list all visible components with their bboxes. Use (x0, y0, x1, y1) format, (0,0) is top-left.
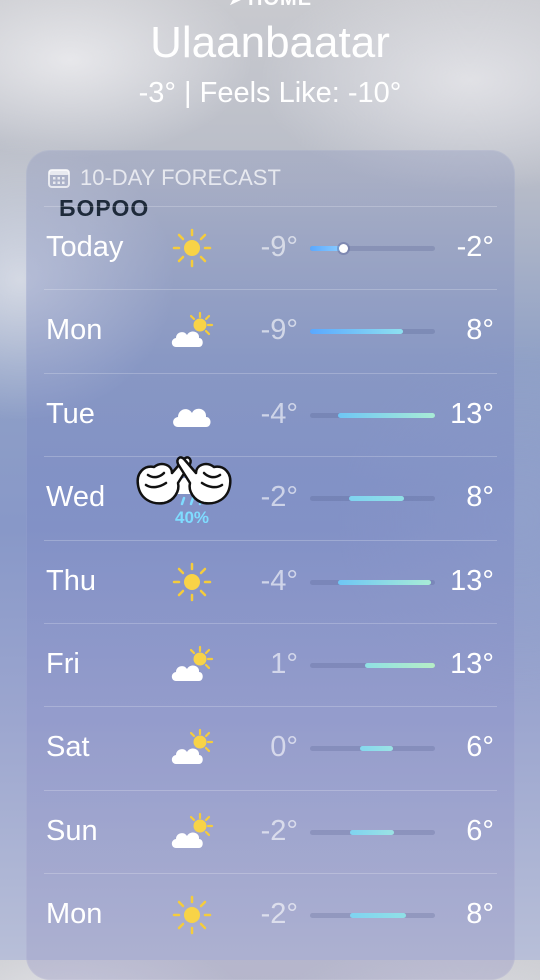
current-temperature-marker (339, 244, 349, 253)
temperature-range-fill (360, 746, 393, 752)
high-temperature: 13° (450, 564, 494, 597)
day-label: Fri (46, 648, 80, 680)
low-temperature: 0° (270, 731, 298, 764)
location-arrow-icon: ➤ (228, 0, 244, 10)
home-label-text: HOME (248, 0, 312, 10)
low-temperature: -2° (260, 898, 298, 931)
temperature-range-bar (310, 244, 435, 253)
temperature-range-fill (348, 496, 404, 502)
partly-cloudy-icon (168, 641, 216, 689)
forecast-row[interactable]: Tue -4° 13° (26, 372, 515, 456)
low-temperature: -2° (260, 481, 298, 514)
forecast-title: 10-DAY FORECAST (80, 165, 281, 190)
forecast-row[interactable]: Mon -9° 8° (26, 289, 515, 372)
partly-cloudy-icon (168, 808, 216, 856)
forecast-row[interactable]: Fri 1° 13° (26, 623, 515, 706)
low-temperature: 1° (270, 648, 298, 680)
low-temperature: -2° (260, 814, 298, 847)
day-label: Sun (46, 814, 98, 847)
forecast-row[interactable]: Sun -2° 6° (26, 789, 515, 873)
low-temperature: -4° (260, 564, 298, 597)
forecast-row[interactable]: Wed 40% -2° 8° (26, 456, 515, 539)
high-temperature: 13° (450, 397, 494, 430)
temperature-range-bar (310, 329, 435, 335)
day-label: Mon (46, 314, 103, 347)
sun-icon (168, 558, 216, 606)
forecast-row[interactable]: Sat 0° 6° (26, 706, 515, 789)
partly-cloudy-icon (168, 307, 216, 355)
home-location-label: ➤ HOME (0, 0, 540, 11)
temperature-range-fill (350, 829, 394, 835)
day-label: Mon (46, 898, 103, 931)
high-temperature: 13° (450, 648, 494, 680)
high-temperature: 6° (466, 731, 494, 764)
city-name: Ulaanbaatar (150, 18, 390, 67)
high-temperature: 8° (466, 481, 494, 514)
temperature-range-fill (365, 663, 435, 668)
sun-icon (168, 891, 216, 939)
high-temperature: -2° (456, 231, 494, 263)
day-label: Wed (46, 481, 106, 514)
day-label: Tue (46, 397, 95, 430)
temperature-range-bar (310, 412, 435, 418)
temperature-range-bar (310, 663, 435, 668)
forecast-row[interactable]: Thu -4° 13° (26, 539, 515, 623)
cloud-icon (168, 391, 216, 439)
day-label: Sat (46, 731, 90, 764)
high-temperature: 6° (466, 814, 494, 847)
temperature-range-bar (310, 746, 435, 752)
low-temperature: -9° (260, 314, 298, 347)
current-temperature: -3° | Feels Like: -10° (138, 77, 402, 109)
partly-cloudy-icon (168, 724, 216, 772)
day-label: Today (46, 231, 124, 263)
temperature-range-bar (310, 496, 435, 502)
sun-icon (168, 224, 216, 272)
forecast-row[interactable]: Today -9° -2° (26, 206, 515, 289)
high-temperature: 8° (466, 314, 494, 347)
temperature-range-fill (337, 412, 435, 418)
day-label: Thu (46, 564, 96, 597)
high-temperature: 8° (466, 898, 494, 931)
temperature-range-bar (310, 913, 435, 919)
pointing-hands-sticker (136, 456, 232, 505)
calendar-icon (48, 168, 70, 188)
temperature-range-bar (310, 579, 435, 585)
temperature-range-fill (337, 579, 432, 585)
low-temperature: -9° (260, 231, 298, 263)
temperature-range-bar (310, 829, 435, 835)
forecast-row[interactable]: Mon -2° 8° (26, 873, 515, 956)
temperature-range-fill (350, 913, 407, 919)
forecast-header: 10-DAY FORECAST (48, 165, 281, 191)
low-temperature: -4° (260, 397, 298, 430)
temperature-range-fill (310, 329, 403, 335)
